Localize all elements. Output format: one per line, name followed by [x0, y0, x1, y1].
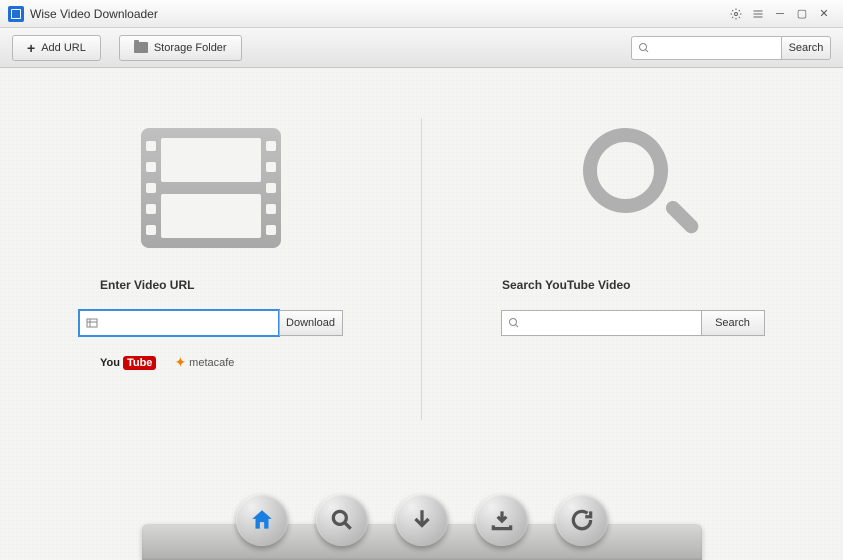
dock-items — [236, 494, 608, 546]
youtube-search-input[interactable] — [501, 310, 701, 336]
download-arrow-icon — [409, 507, 435, 533]
toolbar-search-input[interactable] — [631, 36, 781, 60]
toolbar-search: Search — [631, 36, 831, 60]
window-controls: ─ ▢ ✕ — [725, 5, 835, 23]
metacafe-logo: ✦ metacafe — [174, 354, 234, 371]
download-button[interactable]: Download — [279, 310, 343, 336]
bottom-dock — [0, 470, 843, 560]
url-section-label: Enter Video URL — [100, 278, 194, 292]
metacafe-label: metacafe — [189, 357, 234, 369]
folder-icon — [134, 42, 148, 53]
maximize-button[interactable]: ▢ — [791, 5, 813, 23]
dock-search-button[interactable] — [316, 494, 368, 546]
plus-icon: + — [27, 41, 35, 55]
dock-home-button[interactable] — [236, 494, 288, 546]
title-bar: Wise Video Downloader ─ ▢ ✕ — [0, 0, 843, 28]
metacafe-star-icon: ✦ — [174, 354, 186, 371]
download-tray-icon — [489, 507, 515, 533]
search-icon — [329, 507, 355, 533]
url-input-row: Download — [79, 310, 343, 336]
app-icon — [8, 6, 24, 22]
dock-refresh-button[interactable] — [556, 494, 608, 546]
refresh-icon — [569, 507, 595, 533]
video-url-input[interactable] — [79, 310, 279, 336]
dock-downloads-button[interactable] — [476, 494, 528, 546]
youtube-logo: YouTube — [100, 356, 156, 370]
youtube-search-button[interactable]: Search — [701, 310, 765, 336]
home-icon — [249, 507, 275, 533]
youtube-tube: Tube — [123, 356, 156, 370]
search-section-label: Search YouTube Video — [502, 278, 630, 292]
add-url-label: Add URL — [41, 42, 86, 54]
app-title: Wise Video Downloader — [30, 7, 725, 21]
add-url-button[interactable]: + Add URL — [12, 35, 101, 61]
storage-folder-button[interactable]: Storage Folder — [119, 35, 242, 61]
minimize-button[interactable]: ─ — [769, 5, 791, 23]
provider-logos: YouTube ✦ metacafe — [100, 354, 234, 371]
toolbar-search-button[interactable]: Search — [781, 36, 831, 60]
settings-icon[interactable] — [725, 5, 747, 23]
magnifier-icon — [573, 128, 693, 248]
storage-folder-label: Storage Folder — [154, 42, 227, 54]
menu-icon[interactable] — [747, 5, 769, 23]
filmstrip-icon — [141, 128, 281, 248]
youtube-you: You — [100, 357, 120, 369]
main-content: Enter Video URL Download YouTube ✦ metac… — [0, 68, 843, 560]
close-button[interactable]: ✕ — [813, 5, 835, 23]
toolbar: + Add URL Storage Folder Search — [0, 28, 843, 68]
search-input-row: Search — [501, 310, 765, 336]
dock-download-button[interactable] — [396, 494, 448, 546]
